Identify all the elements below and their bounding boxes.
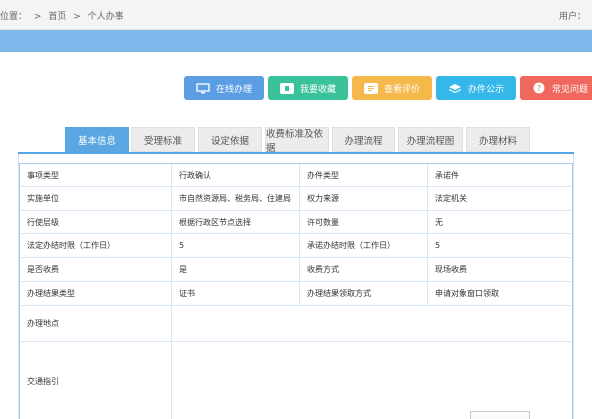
info-table: 事项类型 行政确认 办件类型 承诺件 实施单位 市自然资源局、税务局、住建局 权…: [19, 163, 573, 419]
tab-acceptance-standard[interactable]: 受理标准: [131, 127, 195, 152]
table-value-cell: 申请对象窗口领取: [435, 289, 499, 298]
table-value-cell: 证书: [172, 282, 300, 305]
tab-process[interactable]: 办理流程: [332, 127, 395, 152]
user-label: 用户：: [558, 12, 586, 22]
table-label-cell: 事项类型: [20, 164, 172, 186]
case-publicity-label: 办件公示: [467, 84, 504, 95]
table-value-cell: 行政确认: [172, 164, 300, 186]
case-publicity-button[interactable]: 办件公示: [436, 76, 516, 100]
favorite-label: 我要收藏: [299, 84, 336, 95]
table-value-cell: 市自然资源局、税务局、住建局: [172, 187, 300, 210]
top-bar: 位置： > 首页 > 个人办事 用户：: [0, 0, 592, 30]
title-banner: [0, 30, 592, 52]
table-row: 法定办结时限（工作日） 5 承诺办结时限（工作日） 5: [20, 234, 572, 258]
table-label-cell: 办理结果领取方式: [300, 282, 428, 305]
table-label-cell: 承诺办结时限（工作日）: [300, 234, 428, 257]
breadcrumb-prefix: 位置：: [0, 12, 28, 22]
table-label-cell: 收费方式: [300, 258, 428, 281]
traffic-label: 交通指引: [20, 342, 172, 419]
question-icon: ?: [532, 82, 546, 94]
table-value-cell: 法定机关: [435, 194, 467, 203]
traffic-row: 交通指引: [20, 342, 572, 419]
view-review-label: 查看评价: [383, 84, 420, 95]
table-value-cell: 5: [172, 234, 300, 257]
address-row: 办理地点: [20, 306, 572, 342]
table-value-cell: 无: [435, 217, 443, 227]
bottom-control[interactable]: [470, 411, 530, 419]
tab-fee-standard[interactable]: 收费标准及依据: [265, 127, 329, 154]
tab-basic-info[interactable]: 基本信息: [65, 127, 129, 152]
traffic-value: [172, 342, 572, 419]
address-label: 办理地点: [20, 306, 172, 341]
table-label-cell: 法定办结时限（工作日）: [20, 234, 172, 257]
table-label-cell: 行使层级: [20, 211, 172, 233]
tab-legal-basis[interactable]: 设定依据: [198, 127, 262, 152]
favorite-button[interactable]: 我要收藏: [268, 76, 348, 100]
breadcrumb: 位置： > 首页 > 个人办事: [0, 9, 128, 22]
svg-text:?: ?: [537, 84, 541, 93]
table-label-cell: 许可数量: [300, 211, 428, 233]
table-value-cell: 现场收费: [435, 265, 467, 274]
table-value-cell: 根据行政区节点选择: [172, 211, 300, 233]
table-row: 行使层级 根据行政区节点选择 许可数量 无: [20, 211, 572, 234]
breadcrumb-separator: >: [73, 12, 81, 22]
table-value-cell: 是: [172, 258, 300, 281]
table-value-cell: 承诺件: [435, 170, 459, 180]
tab-materials[interactable]: 办理材料: [466, 127, 530, 152]
bookmark-icon: [279, 82, 294, 94]
table-row: 是否收费 是 收费方式 现场收费: [20, 258, 572, 282]
online-handle-label: 在线办理: [215, 84, 252, 95]
tab-process-chart[interactable]: 办理流程图: [398, 127, 463, 152]
monitor-icon: [196, 82, 210, 94]
breadcrumb-current: 个人办事: [87, 12, 124, 22]
breadcrumb-separator: >: [33, 12, 42, 22]
table-label-cell: 是否收费: [20, 258, 172, 281]
online-handle-button[interactable]: 在线办理: [184, 76, 264, 100]
table-value-cell: 5: [435, 241, 441, 250]
layers-icon: [448, 83, 462, 94]
faq-button[interactable]: ? 常见问题: [520, 76, 592, 100]
address-value: [172, 306, 572, 341]
table-row: 办理结果类型 证书 办理结果领取方式 申请对象窗口领取: [20, 282, 572, 306]
faq-label: 常见问题: [551, 84, 588, 95]
table-label-cell: 权力来源: [300, 187, 428, 210]
comment-icon: [363, 82, 378, 94]
table-row: 事项类型 行政确认 办件类型 承诺件: [20, 164, 572, 187]
table-label-cell: 办理结果类型: [20, 282, 172, 305]
breadcrumb-home-link[interactable]: 首页: [48, 12, 66, 22]
table-label-cell: 办件类型: [300, 164, 428, 186]
view-review-button[interactable]: 查看评价: [352, 76, 432, 100]
table-row: 实施单位 市自然资源局、税务局、住建局 权力来源 法定机关: [20, 187, 572, 211]
table-label-cell: 实施单位: [20, 187, 172, 210]
